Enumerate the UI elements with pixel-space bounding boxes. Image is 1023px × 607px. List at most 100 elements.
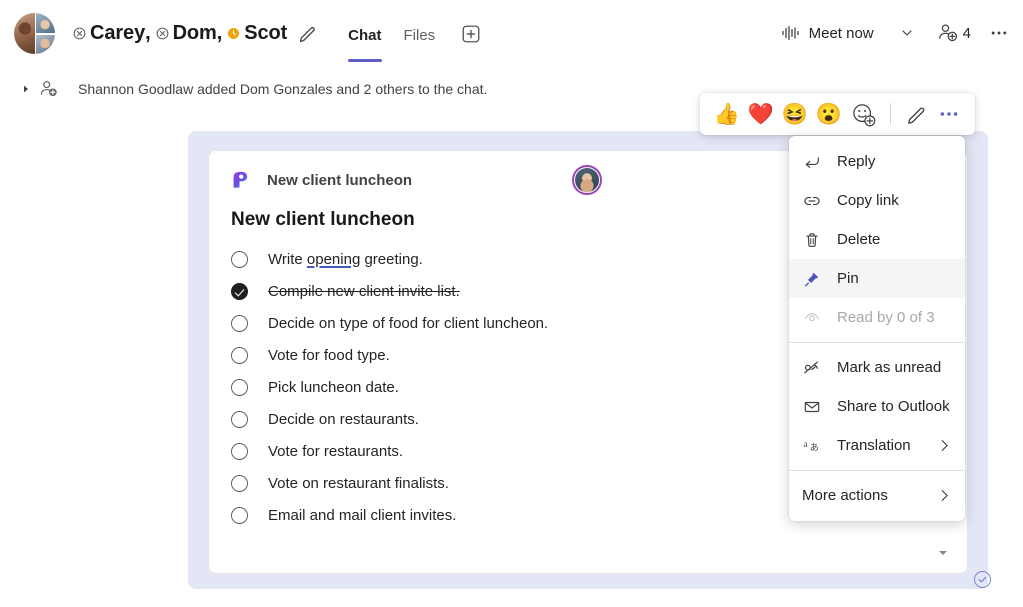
header-more-button[interactable]: [989, 23, 1009, 43]
menu-item-translation[interactable]: a あ Translation: [789, 426, 965, 465]
system-message-text: Shannon Goodlaw added Dom Gonzales and 2…: [78, 81, 488, 97]
edit-chat-name-button[interactable]: [298, 23, 318, 43]
menu-item-pin[interactable]: Pin: [789, 259, 965, 298]
task-label: Email and mail client invites.: [268, 506, 457, 524]
menu-item-share-to-outlook[interactable]: Share to Outlook: [789, 387, 965, 426]
more-horizontal-icon: [940, 112, 958, 116]
task-checkbox[interactable]: [231, 474, 248, 492]
chevron-right-icon: [941, 440, 948, 451]
menu-item-label: Pin: [837, 270, 859, 287]
spellcheck-word: opening: [306, 250, 361, 268]
task-checkbox[interactable]: [231, 410, 248, 428]
envelope-icon: [802, 398, 821, 416]
participant-carey: Carey ,: [73, 22, 156, 45]
menu-item-reply[interactable]: Reply: [789, 142, 965, 181]
group-avatar[interactable]: [14, 12, 55, 54]
task-label: Decide on restaurants.: [268, 410, 419, 428]
add-reaction-icon: [852, 103, 875, 126]
avatar-tile-2: [34, 12, 55, 33]
heart-icon: ❤️: [747, 102, 775, 126]
mark-unread-icon: [802, 358, 821, 377]
reaction-toolbar: 👍 ❤️ 😆 😮: [700, 93, 975, 135]
surprised-icon: 😮: [815, 102, 843, 126]
offline-presence-icon: [156, 27, 168, 39]
menu-item-label: Read by 0 of 3: [837, 309, 935, 326]
pencil-icon: [300, 27, 315, 43]
tab-chat[interactable]: Chat: [340, 20, 389, 62]
active-tab-indicator: [348, 59, 382, 62]
chevron-right-icon: [941, 490, 948, 501]
participant-name: Scot: [244, 21, 288, 44]
expand-system-message-button[interactable]: [20, 84, 32, 94]
avatar-image: [575, 168, 600, 192]
menu-item-label: Copy link: [837, 192, 899, 209]
meet-now-dropdown-button[interactable]: [896, 22, 918, 44]
meet-now-label: Meet now: [808, 24, 874, 42]
submenu-chevron: [937, 488, 952, 503]
chat-header: Carey , Dom , Scot Chat Files Meet now 4: [0, 0, 1023, 66]
meet-now-button[interactable]: Meet now: [774, 17, 880, 49]
edit-message-button[interactable]: [903, 100, 931, 128]
task-checkbox[interactable]: [231, 378, 248, 396]
task-checkbox[interactable]: [231, 314, 248, 332]
task-checkbox[interactable]: [231, 346, 248, 364]
thumbs-up-reaction-button[interactable]: 👍: [712, 99, 742, 129]
avatar-tile-1: [14, 12, 35, 54]
task-label: Decide on type of food for client lunche…: [268, 314, 549, 332]
person-added-icon-wrap: [38, 78, 60, 100]
sender-avatar[interactable]: [572, 165, 603, 195]
card-app-name: New client luncheon: [267, 171, 413, 189]
message-context-menu: Reply Copy link Delete Pin Read by 0 of …: [789, 136, 965, 521]
svg-text:a: a: [803, 440, 808, 450]
participant-dom: Dom ,: [156, 22, 228, 45]
laugh-reaction-button[interactable]: 😆: [780, 99, 810, 129]
add-tab-button[interactable]: [459, 22, 483, 46]
participant-scot: Scot: [227, 22, 287, 45]
expand-caret-icon: [24, 85, 28, 93]
submenu-chevron: [937, 438, 952, 453]
tab-files[interactable]: Files: [396, 20, 444, 50]
menu-item-mark-as-unread[interactable]: Mark as unread: [789, 348, 965, 387]
task-label: Vote on restaurant finalists.: [268, 474, 449, 492]
menu-divider: [789, 470, 965, 471]
title-comma: ,: [216, 21, 223, 44]
task-label: Vote for restaurants.: [268, 442, 404, 460]
pencil-icon: [908, 107, 925, 124]
svg-text:あ: あ: [810, 443, 819, 453]
menu-item-delete[interactable]: Delete: [789, 220, 965, 259]
chat-header-right: Meet now 4: [774, 17, 1023, 49]
task-label: Vote for food type.: [268, 346, 390, 364]
plus-box-icon: [462, 25, 480, 43]
eye-icon: [802, 309, 821, 327]
task-text-suffix: greeting.: [360, 250, 423, 268]
chat-title-block: Carey , Dom , Scot: [73, 22, 318, 45]
more-horizontal-icon: [991, 31, 1007, 35]
title-comma: ,: [145, 21, 151, 44]
add-people-button[interactable]: 4: [936, 21, 971, 45]
heart-reaction-button[interactable]: ❤️: [746, 99, 776, 129]
sent-status-badge: [974, 571, 991, 588]
task-text-prefix: Write: [268, 250, 307, 268]
tab-label: Chat: [348, 26, 382, 44]
laugh-icon: 😆: [781, 102, 809, 126]
offline-presence-icon: [73, 27, 86, 39]
menu-divider: [789, 342, 965, 343]
task-checkbox[interactable]: [231, 282, 248, 300]
menu-item-label: More actions: [802, 487, 888, 504]
scroll-down-arrow-button[interactable]: [937, 547, 949, 559]
message-more-actions-button[interactable]: [935, 103, 963, 125]
task-checkbox[interactable]: [231, 442, 248, 460]
audio-waveform-icon: [781, 25, 799, 41]
menu-item-copy-link[interactable]: Copy link: [789, 181, 965, 220]
task-checkbox[interactable]: [231, 506, 248, 524]
task-checkbox[interactable]: [231, 250, 248, 268]
scroll-down-arrow-icon: [939, 551, 947, 555]
chat-header-left: Carey , Dom , Scot Chat Files: [0, 0, 483, 66]
thumbs-up-icon: 👍: [713, 102, 741, 126]
away-presence-icon: [228, 27, 240, 39]
page-title[interactable]: Carey , Dom , Scot: [73, 22, 287, 45]
add-reaction-button[interactable]: [848, 99, 878, 129]
menu-item-label: Share to Outlook: [837, 398, 950, 415]
menu-item-more-actions[interactable]: More actions: [789, 476, 965, 515]
surprised-reaction-button[interactable]: 😮: [814, 99, 844, 129]
